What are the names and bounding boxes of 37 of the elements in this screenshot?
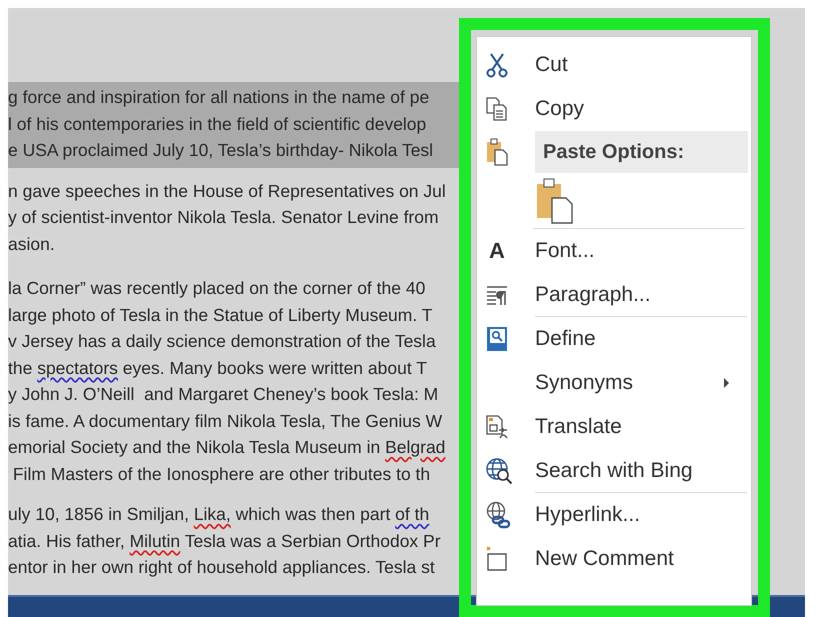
comment-icon [485, 546, 509, 572]
text-line: entor in her own right of household appliances. Tesla st [8, 556, 436, 579]
copy-icon [485, 96, 509, 122]
menu-item[interactable]: Cut [477, 43, 751, 87]
text-line: n gave speeches in the House of Representatives on Jul [8, 180, 447, 203]
text-line: e USA proclaimed July 10, Tesla’s birthday- Nikola Tesl [8, 139, 434, 162]
font-icon: A [489, 238, 505, 264]
scissors-icon [485, 52, 509, 78]
book-icon [485, 326, 509, 352]
globe-search-icon [485, 457, 513, 485]
text-line: is fame. A documentary film Nikola Tesla, The Genius W [8, 410, 444, 433]
text-line: large photo of Tesla in the Statue of Liberty Museum. T [8, 304, 434, 327]
globe-link-icon [485, 501, 513, 529]
text-line: la Corner” was recently placed on the corner of the 40 [8, 277, 426, 300]
menu-item[interactable]: A Font... [477, 229, 751, 273]
text-line: v Jersey has a daily science demonstration of the Tesla [8, 330, 437, 353]
menu-item[interactable]: Copy [477, 87, 751, 131]
translate-icon [485, 414, 509, 440]
text-line: y of scientist-inventor Nikola Tesla. Senator Levine from [8, 206, 440, 229]
text-line: l of his contemporaries in the field of scientific develop [8, 112, 428, 136]
text-line: asion. [8, 232, 56, 256]
paragraph-icon [485, 283, 509, 307]
text-line: atia. His father, Milutin Tesla was a Serbian Orthodox Pr [8, 530, 442, 552]
menu-item[interactable]: Translate [477, 405, 751, 449]
submenu-arrow-icon [724, 378, 729, 388]
menu-item[interactable]: Define [477, 317, 751, 361]
text-line: y John J. O’Neill and Margaret Cheney’s book Tesla: M [8, 383, 440, 406]
text-line: uly 10, 1856 in Smiljan, Lika, which was then part of th [8, 503, 430, 526]
menu-section-header: Paste Options: [535, 131, 748, 173]
text-line: emorial Society and the Nikola Tesla Museum in Belgrad [8, 436, 446, 459]
text-line: the spectators eyes. Many books were written about T [8, 356, 428, 380]
menu-item[interactable]: Synonyms [477, 361, 751, 405]
menu-item[interactable]: New Comment [477, 537, 751, 581]
text-line: Film Masters of the Ionosphere are other tributes to th [12, 462, 432, 486]
text-line: g force and inspiration for all nations in the name of pe [8, 86, 430, 109]
menu-item[interactable]: Hyperlink... [477, 493, 751, 537]
clipboard-icon [485, 138, 509, 166]
